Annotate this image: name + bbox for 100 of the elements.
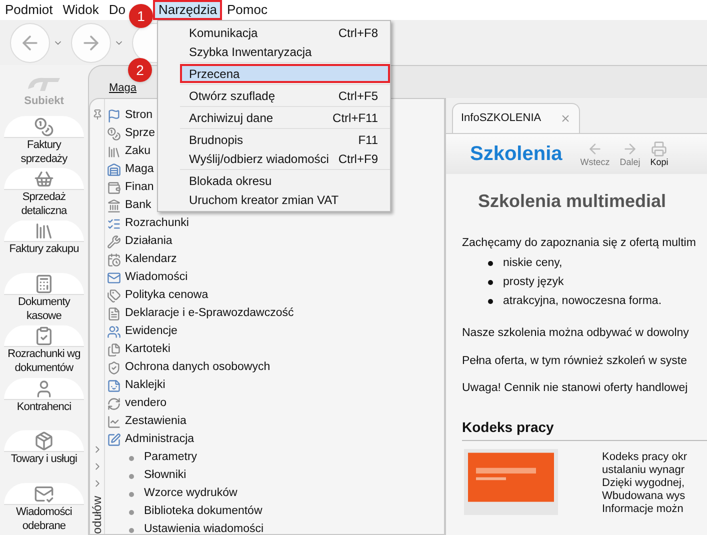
logo-text: Subiekt <box>24 94 64 109</box>
pin-icon <box>92 109 102 120</box>
menu-bar-item[interactable]: Pomoc <box>222 0 272 20</box>
nav-button[interactable]: Dalej <box>620 141 640 167</box>
bullet-icon <box>129 528 134 532</box>
bullet-icon <box>129 474 134 478</box>
menu-bar-item[interactable]: Widok <box>58 0 104 20</box>
menu-item[interactable]: Komunikacja Ctrl+F8 <box>158 23 390 42</box>
tree-item[interactable]: Wzorce wydruków <box>105 485 238 503</box>
bullet-item: atrakcyjna, nowoczesna forma. <box>488 292 707 312</box>
menu-bar-item[interactable]: Podmiot <box>0 0 58 20</box>
section-title: Kodeks pracy <box>462 417 707 441</box>
paragraph: Nasze szkolenia można odbywać w dowolny <box>462 326 690 342</box>
nav-button[interactable]: Wstecz <box>580 141 610 167</box>
tree-item[interactable]: vendero <box>105 395 167 413</box>
paragraph: Uwaga! Cennik nie stanowi oferty handlowej <box>462 380 689 396</box>
menu-item[interactable]: Blokada okresu <box>180 171 390 190</box>
menu-item[interactable]: Przecena <box>180 64 390 83</box>
checklist-icon <box>107 217 121 231</box>
wallet-icon <box>107 181 121 195</box>
article-heading: Szkolenia multimedial <box>477 190 668 213</box>
mail-check-icon <box>34 484 54 504</box>
menu-item[interactable]: Wyślij/odbierz wiadomości Ctrl+F9 <box>180 149 390 168</box>
tree-item[interactable]: Naklejki <box>105 377 166 395</box>
forward-button[interactable] <box>71 22 111 62</box>
description-line: Informacje możn <box>602 503 684 516</box>
basket-icon <box>34 168 54 189</box>
tree-item[interactable]: Biblioteka dokumentów <box>105 503 262 521</box>
books-icon <box>107 145 121 159</box>
files-icon <box>107 343 121 357</box>
tree-item[interactable]: Ewidencje <box>105 323 178 341</box>
tree-item[interactable]: Polityka cenowa <box>105 287 208 305</box>
wrench-icon <box>107 235 121 249</box>
bank-icon <box>107 199 121 213</box>
sidebar-item[interactable]: Rozrachunki wg dokumentów <box>0 325 88 378</box>
intro-text: Zachęcamy do zapoznania się z ofertą multim <box>462 236 697 251</box>
description-line: Kodeks pracy okr <box>602 451 687 464</box>
description-line: ustalaniu wynagr <box>602 464 686 477</box>
tree-item[interactable]: Sprze <box>105 125 156 143</box>
bullet-icon <box>129 456 134 460</box>
tree-item[interactable]: Wiadomości <box>105 269 188 287</box>
tree-item[interactable]: Finan <box>105 179 154 197</box>
chart-icon <box>107 415 121 429</box>
printer-icon <box>651 141 668 157</box>
tree-item[interactable]: Kartoteki <box>105 341 170 359</box>
clipboard-check-icon <box>34 326 54 346</box>
tree-item[interactable]: Ochrona danych osobowych <box>105 359 270 377</box>
menu-bar-item[interactable]: Do <box>104 0 128 20</box>
header-title: Szkolenia <box>470 142 562 167</box>
shield-icon <box>107 361 121 375</box>
sidebar-item[interactable]: Kontrahenci <box>0 378 88 430</box>
bullet-icon <box>129 492 134 496</box>
tree-item[interactable]: Zaku <box>105 143 151 161</box>
description-line: Dzięki wygodnej, <box>602 477 686 490</box>
close-icon[interactable] <box>560 113 571 124</box>
tree-item[interactable]: Rozrachunki <box>105 215 189 233</box>
menu-bar-item[interactable]: Narzędzia <box>153 0 222 20</box>
menu-item[interactable]: Uruchom kreator zmian VAT <box>180 190 390 209</box>
menu-item[interactable]: Otwórz szufladę Ctrl+F5 <box>180 86 390 105</box>
menu-item[interactable]: Brudnopis F11 <box>180 130 390 149</box>
tree-item[interactable]: Stron <box>105 107 152 125</box>
tree-item[interactable]: Ustawienia wiadomości <box>105 521 264 535</box>
calculator-icon <box>34 274 54 294</box>
info-tab[interactable]: InfoSZKOLENIA <box>452 103 580 133</box>
bullet-icon <box>129 510 134 514</box>
tree-item[interactable]: Kalendarz <box>105 251 177 269</box>
mail-icon <box>107 271 121 285</box>
menu-item[interactable]: Archiwizuj dane Ctrl+F11 <box>180 108 390 127</box>
back-button[interactable] <box>10 22 50 62</box>
document-icon <box>107 307 121 321</box>
sidebar-item[interactable]: Towary i usługi <box>0 430 88 483</box>
nav-button[interactable]: Kopi <box>650 141 668 167</box>
coins-icon <box>107 127 121 141</box>
refresh-icon <box>107 397 121 411</box>
tree-item[interactable]: Zestawienia <box>105 413 186 431</box>
tree-tab[interactable]: Maga <box>109 80 137 96</box>
flag-icon <box>107 109 121 123</box>
tags-icon <box>107 289 121 303</box>
package-icon <box>34 431 54 452</box>
tree-item[interactable]: Działania <box>105 233 172 251</box>
bullet-item: prosty język <box>488 273 707 292</box>
menu-item[interactable]: Szybka Inwentaryzacja <box>158 42 390 61</box>
books-icon <box>34 221 54 242</box>
tree-item[interactable]: Bank <box>105 197 152 215</box>
modules-label: odułów <box>89 496 105 534</box>
sidebar-item[interactable]: Wiadomości odebrane <box>0 482 88 535</box>
sidebar-item[interactable]: Sprzedaż detaliczna <box>0 168 88 220</box>
sidebar-item[interactable]: Dokumenty kasowe <box>0 272 88 326</box>
tree-item[interactable]: Słowniki <box>105 467 186 485</box>
tree-item[interactable]: Parametry <box>105 449 198 467</box>
users-icon <box>107 325 121 339</box>
paragraph: Pełna oferta, w tym również szkoleń w syste <box>462 354 688 368</box>
coins-icon <box>34 116 54 136</box>
sidebar-item[interactable]: Faktury sprzedaży <box>0 116 88 168</box>
tree-item[interactable]: Maga <box>105 161 154 179</box>
tree-item[interactable]: Administracja <box>105 431 194 449</box>
bullet-item: niskie ceny, <box>488 254 707 274</box>
tree-item[interactable]: Deklaracje i e-Sprawozdawczość <box>105 305 294 323</box>
sidebar-item[interactable]: Faktury zakupu <box>0 220 88 273</box>
calendar-icon <box>107 253 121 267</box>
